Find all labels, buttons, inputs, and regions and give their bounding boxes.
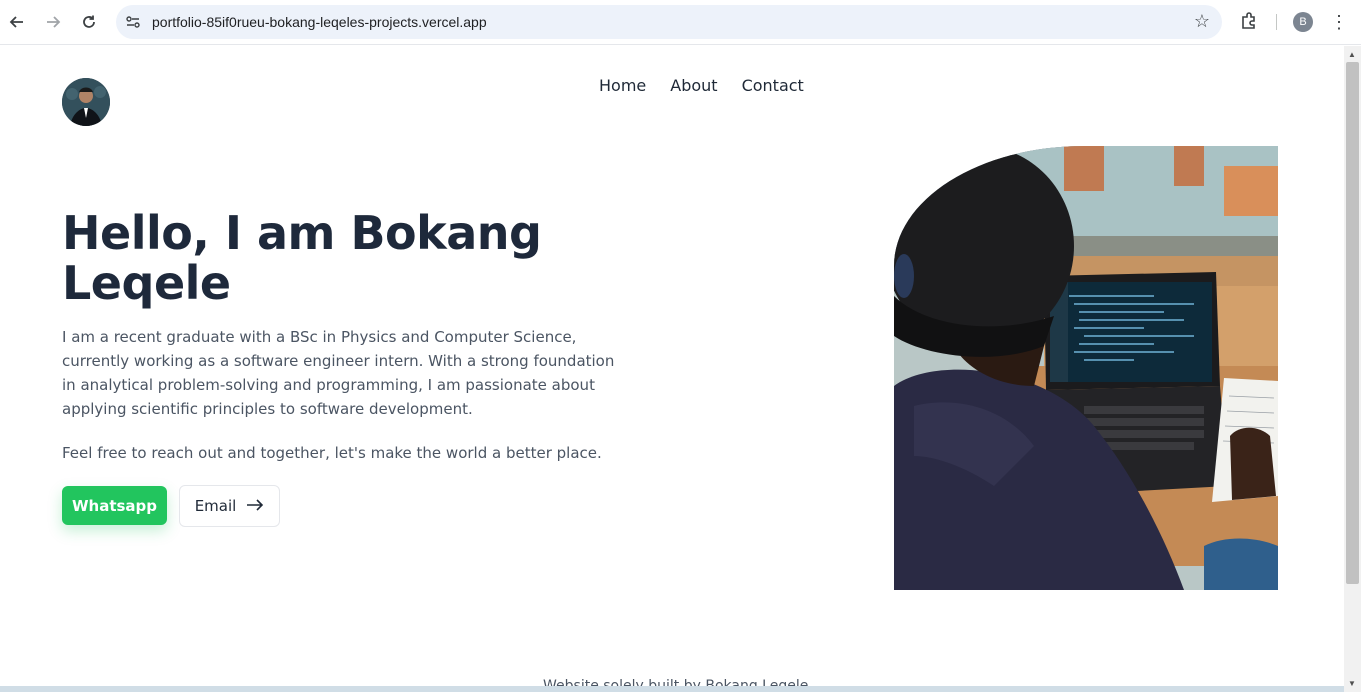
- star-icon[interactable]: ☆: [1194, 11, 1210, 32]
- scroll-up-icon[interactable]: ▲: [1348, 50, 1356, 59]
- main-nav: Home About Contact: [599, 76, 804, 95]
- email-button-label: Email: [194, 497, 237, 515]
- reload-icon[interactable]: [78, 11, 100, 33]
- hero-title: Hello, I am Bokang Leqele: [62, 206, 542, 310]
- whatsapp-button[interactable]: Whatsapp: [62, 486, 167, 525]
- extensions-icon[interactable]: [1238, 10, 1260, 32]
- hero-description: I am a recent graduate with a BSc in Phy…: [62, 328, 615, 418]
- toolbar-divider: [1276, 14, 1277, 30]
- nav-link-about[interactable]: About: [670, 76, 717, 95]
- browser-toolbar: portfolio-85if0rueu-bokang-leqeles-proje…: [0, 0, 1361, 45]
- url-text[interactable]: portfolio-85if0rueu-bokang-leqeles-proje…: [152, 14, 487, 30]
- arrow-right-icon: [246, 497, 264, 515]
- forward-arrow-icon[interactable]: [42, 11, 64, 33]
- whatsapp-button-label: Whatsapp: [71, 496, 158, 515]
- nav-link-contact[interactable]: Contact: [742, 76, 804, 95]
- bottom-strip: [0, 686, 1344, 692]
- back-arrow-icon[interactable]: [6, 11, 28, 33]
- scroll-down-icon[interactable]: ▼: [1348, 679, 1356, 688]
- page-scrollbar[interactable]: ▲ ▼: [1344, 46, 1361, 692]
- hero-invitation: Feel free to reach out and together, let…: [62, 444, 602, 462]
- site-settings-icon[interactable]: [124, 13, 142, 31]
- avatar[interactable]: [62, 78, 110, 126]
- page-content: Home About Contact Hello, I am Bokang Le…: [0, 46, 1344, 692]
- nav-link-home[interactable]: Home: [599, 76, 646, 95]
- hero-photo: [894, 146, 1278, 590]
- address-bar[interactable]: portfolio-85if0rueu-bokang-leqeles-proje…: [116, 5, 1222, 39]
- scrollbar-thumb[interactable]: [1346, 62, 1359, 584]
- profile-avatar[interactable]: B: [1293, 12, 1313, 32]
- kebab-menu-icon[interactable]: ⋮: [1330, 10, 1348, 34]
- email-button[interactable]: Email: [179, 485, 280, 527]
